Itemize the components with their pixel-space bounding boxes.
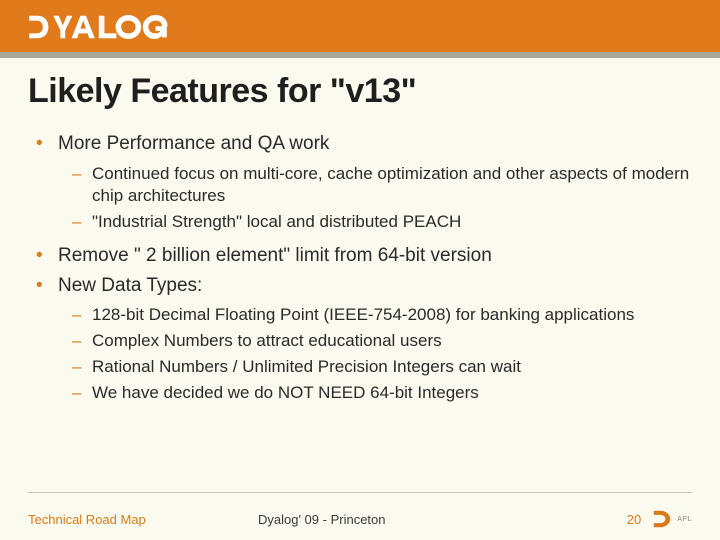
sub-list: 128-bit Decimal Floating Point (IEEE-754…	[58, 304, 692, 404]
sub-item: "Industrial Strength" local and distribu…	[58, 211, 692, 233]
slide-title: Likely Features for "v13"	[28, 72, 692, 111]
bullet-item: More Performance and QA work Continued f…	[28, 131, 692, 233]
sub-item: Continued focus on multi-core, cache opt…	[58, 163, 692, 207]
bullet-item: New Data Types: 128-bit Decimal Floating…	[28, 273, 692, 405]
bullet-text: New Data Types:	[58, 275, 202, 296]
sub-item: We have decided we do NOT NEED 64-bit In…	[58, 382, 692, 404]
slide-body: Likely Features for "v13" More Performan…	[0, 58, 720, 405]
bullet-list: More Performance and QA work Continued f…	[28, 131, 692, 405]
sub-item: 128-bit Decimal Floating Point (IEEE-754…	[58, 304, 692, 326]
sub-item: Rational Numbers / Unlimited Precision I…	[58, 356, 692, 378]
bullet-text: More Performance and QA work	[58, 133, 329, 154]
bullet-text: Remove " 2 billion element" limit from 6…	[58, 245, 492, 266]
dyalog-logo	[26, 10, 186, 44]
page-number: 20	[627, 512, 641, 527]
bullet-item: Remove " 2 billion element" limit from 6…	[28, 243, 692, 269]
apl-mark: APL	[677, 516, 692, 523]
header-bar	[0, 0, 720, 52]
footer-logo-icon: APL	[651, 508, 692, 530]
sub-list: Continued focus on multi-core, cache opt…	[58, 163, 692, 233]
sub-item: Complex Numbers to attract educational u…	[58, 330, 692, 352]
footer-right: 20 APL	[602, 508, 692, 530]
footer-divider	[28, 492, 692, 493]
slide-footer: Technical Road Map Dyalog' 09 - Princeto…	[0, 492, 720, 540]
footer-left-text: Technical Road Map	[28, 512, 228, 527]
footer-center-text: Dyalog' 09 - Princeton	[228, 512, 602, 527]
